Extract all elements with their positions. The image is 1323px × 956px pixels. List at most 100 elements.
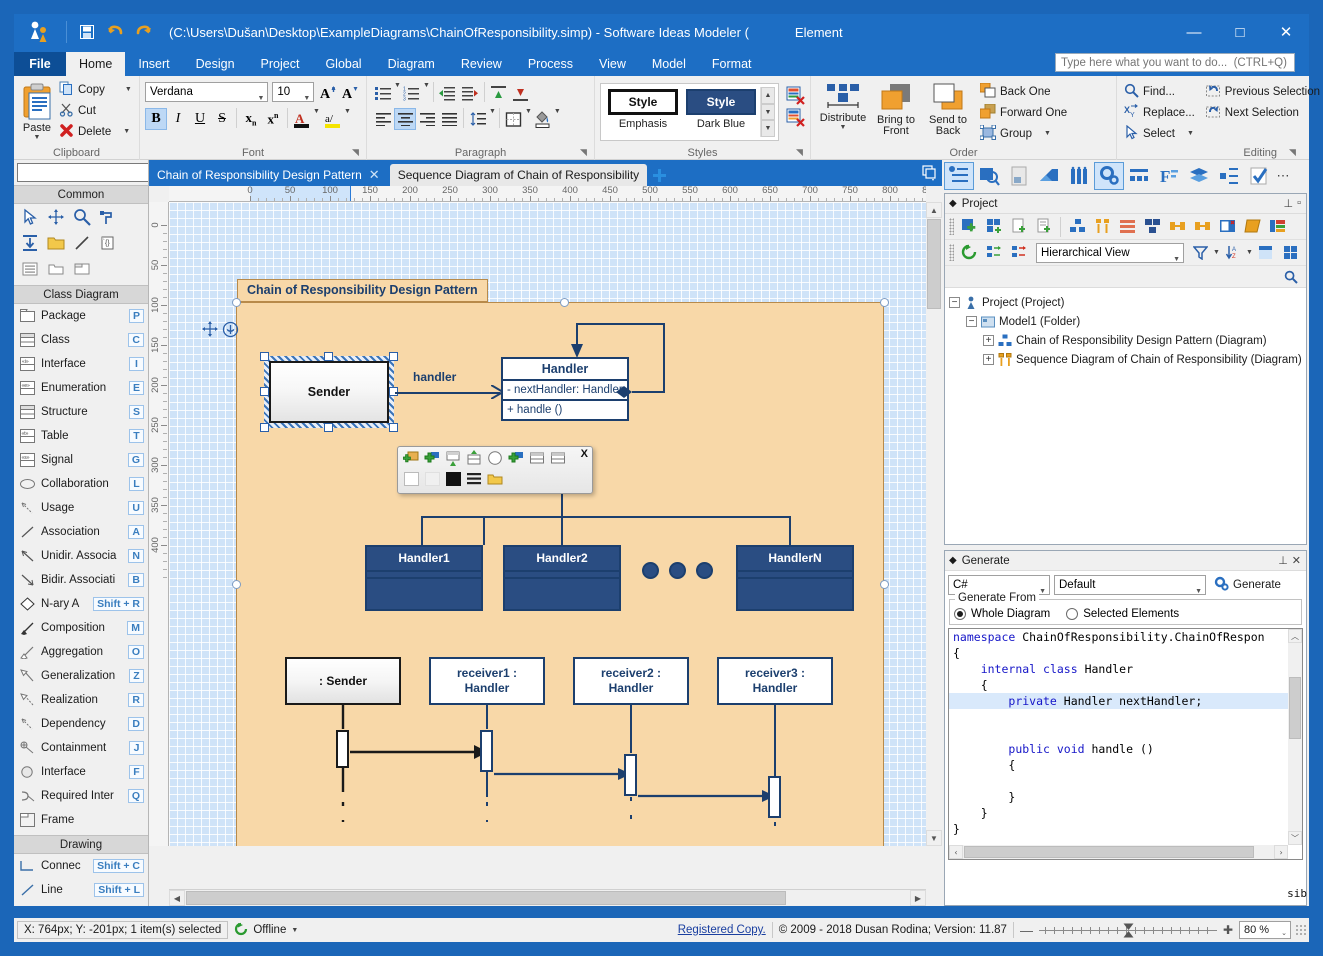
activation-receiver3[interactable] [768, 776, 781, 818]
format-painter-icon[interactable] [96, 206, 120, 228]
tree-expander[interactable]: − [949, 297, 960, 308]
zoom-icon[interactable] [70, 206, 94, 228]
tree-node[interactable]: + Sequence Diagram of Chain of Responsibi… [949, 350, 1306, 369]
activation-receiver1[interactable] [480, 730, 493, 772]
generate-button[interactable]: Generate [1212, 574, 1286, 595]
component-diagram-icon[interactable] [1140, 215, 1164, 238]
collapse-all-icon[interactable] [1007, 241, 1031, 264]
tool-item-composition[interactable]: Composition M [14, 616, 148, 640]
zoom-slider-thumb[interactable] [1123, 923, 1134, 938]
tool-item-realization[interactable]: Realization R [14, 688, 148, 712]
line-spacing-button[interactable] [467, 108, 489, 130]
font-dialog-launcher[interactable]: ◥ [352, 147, 363, 158]
insert-above-icon[interactable] [443, 448, 463, 467]
filter-icon[interactable] [1188, 241, 1212, 264]
canvas-horizontal-scrollbar[interactable]: ◀ ▶ [169, 889, 926, 906]
new-diagram-icon[interactable] [957, 215, 981, 238]
tree-expander[interactable]: − [966, 316, 977, 327]
class-template2-icon[interactable] [548, 448, 568, 467]
close-button[interactable]: ✕ [1263, 14, 1309, 50]
add-attribute-icon[interactable] [401, 448, 421, 467]
tool-item-required-inter[interactable]: Required Inter Q [14, 784, 148, 808]
use-case-diagram-icon[interactable] [1115, 215, 1139, 238]
minimize-button[interactable]: — [1171, 14, 1217, 50]
tool-item-package[interactable]: Package P [14, 304, 148, 328]
forward-one-button[interactable]: Forward One [978, 102, 1072, 123]
delete-caret-icon[interactable]: ▼ [123, 128, 130, 135]
project-panel-title-bar[interactable]: ◆ Project ⊥ ▫ [945, 194, 1306, 214]
tool-item-association[interactable]: Association A [14, 520, 148, 544]
tool-item-bidir-associati[interactable]: Bidir. Associati B [14, 568, 148, 592]
scroll-right-icon[interactable]: › [1274, 845, 1288, 859]
search-icon[interactable] [1279, 265, 1303, 288]
resize-grip[interactable] [1295, 924, 1307, 936]
document-tab-class-diagram[interactable]: Chain of Responsibility Design Pattern ✕ [149, 164, 388, 186]
pointer-icon[interactable] [18, 206, 42, 228]
borders-button[interactable] [503, 108, 525, 130]
collapse-icon[interactable]: ◆ [949, 555, 957, 566]
align-left-button[interactable] [372, 108, 394, 130]
state-diagram-icon[interactable] [1165, 215, 1189, 238]
code-horizontal-scrollbar[interactable]: ‹ › [949, 845, 1288, 859]
scroll-down-icon[interactable]: ﹀ [1288, 831, 1302, 845]
maximize-button[interactable]: □ [1217, 14, 1263, 50]
font-size-combo[interactable]: 10 ▼ [272, 82, 315, 102]
tool-item-table[interactable]: «t» Table T [14, 424, 148, 448]
group-caret-icon[interactable]: ▼ [1044, 130, 1051, 137]
generated-code-view[interactable]: namespace ChainOfResponsibility.ChainOfR… [948, 628, 1303, 860]
group-button[interactable]: Group ▼ [978, 123, 1072, 144]
generate-panel-title-bar[interactable]: ◆ Generate ⊥ ✕ [945, 551, 1306, 571]
distribute-button[interactable]: Distribute ▼ [816, 79, 870, 131]
paragraph-dialog-launcher[interactable]: ◥ [580, 147, 591, 158]
code-vscroll-thumb[interactable] [1289, 677, 1301, 739]
close-icon[interactable]: ✕ [1292, 554, 1301, 567]
folder-icon[interactable] [44, 232, 68, 254]
tool-item-interface[interactable]: «i» Interface I [14, 352, 148, 376]
bullet-caret-icon[interactable]: ▼ [394, 82, 401, 89]
properties-icon[interactable] [1094, 162, 1124, 190]
gallery-up-icon[interactable]: ▲ [761, 87, 775, 104]
font-name-combo[interactable]: Verdana ▼ [145, 82, 269, 102]
align-center-button[interactable] [394, 108, 416, 130]
stack-icon[interactable] [1240, 215, 1264, 238]
tab-format[interactable]: Format [699, 52, 765, 76]
mini-floating-toolbar[interactable]: X [397, 446, 593, 494]
tree-node[interactable]: − Model1 (Folder) [949, 312, 1306, 331]
tool-item-signal[interactable]: «s» Signal G [14, 448, 148, 472]
fill-color-caret-icon[interactable]: ▼ [554, 108, 561, 115]
italic-button[interactable]: I [167, 108, 189, 130]
tool-item-class[interactable]: Class C [14, 328, 148, 352]
zoom-in-button[interactable]: ✚ [1217, 921, 1239, 939]
pin-icon[interactable]: ⊥ [1278, 554, 1288, 567]
frame-icon[interactable] [70, 258, 94, 280]
diagram-canvas[interactable]: Chain of Responsibility Design Pattern S… [169, 202, 926, 846]
distribute-caret-icon[interactable]: ▼ [840, 124, 847, 131]
font-color-caret-icon[interactable]: ▼ [313, 108, 320, 115]
tool-item-frame[interactable]: Frame [14, 808, 148, 832]
fill-white-swatch[interactable] [401, 469, 421, 488]
bring-to-front-button[interactable]: Bring to Front [870, 79, 922, 137]
sort-caret-icon[interactable]: ▼ [1246, 249, 1253, 256]
list-icon[interactable] [18, 258, 42, 280]
tab-review[interactable]: Review [448, 52, 515, 76]
fill-color-button[interactable] [532, 108, 554, 130]
insert-below-icon[interactable] [464, 448, 484, 467]
toolbar-grip[interactable] [949, 244, 954, 261]
bullet-list-button[interactable] [372, 82, 394, 104]
tree-expander[interactable]: + [983, 335, 994, 346]
strikethrough-button[interactable]: S [211, 108, 233, 130]
tree-node[interactable]: + Chain of Responsibility Design Pattern … [949, 331, 1306, 350]
tool-item-connec[interactable]: Connec Shift + C [14, 854, 148, 878]
tab-design[interactable]: Design [183, 52, 248, 76]
line-icon[interactable] [70, 232, 94, 254]
toolbox-section-drawing[interactable]: Drawing [14, 835, 148, 854]
tool-item-dependency[interactable]: Dependency D [14, 712, 148, 736]
horizontal-ruler[interactable]: 0 50 100 150 200 250 300 350 400 450 500 550 600 650 7… [169, 186, 926, 202]
toolbar-grip[interactable] [949, 218, 954, 235]
increase-indent-button[interactable] [459, 82, 481, 104]
justify-button[interactable] [438, 108, 460, 130]
back-one-button[interactable]: Back One [978, 81, 1072, 102]
gallery-down-icon[interactable]: ▼ [761, 103, 775, 121]
tree-expander[interactable]: + [983, 354, 994, 365]
font-color-button[interactable]: A [291, 108, 313, 130]
